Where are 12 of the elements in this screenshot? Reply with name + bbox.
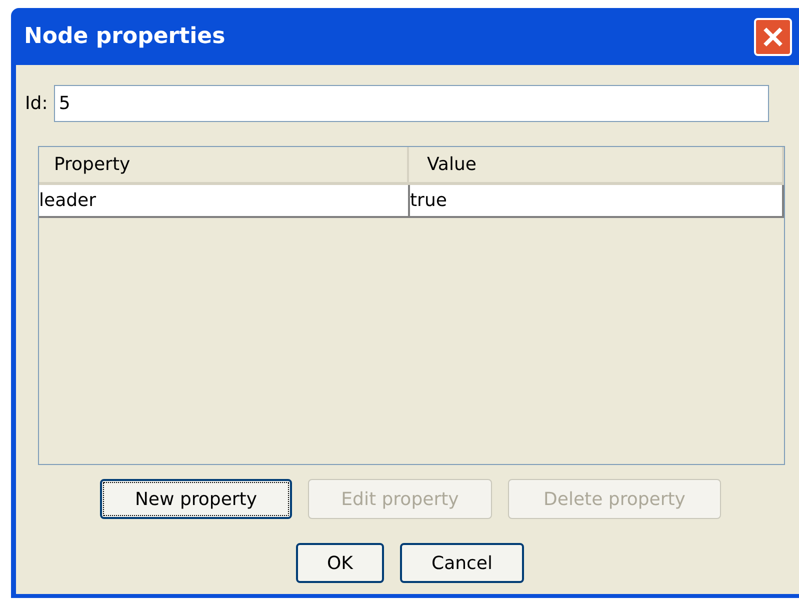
id-label: Id: <box>25 92 48 116</box>
column-header[interactable]: Value <box>409 147 784 182</box>
table-cell-text: true <box>410 189 448 213</box>
action-button[interactable]: New property <box>100 479 292 519</box>
window-title: Node properties <box>24 23 226 51</box>
id-field[interactable]: 5 <box>54 85 769 122</box>
column-header[interactable]: Property <box>39 147 409 182</box>
close-icon <box>762 26 784 48</box>
table-cell: leader <box>39 185 410 216</box>
dialog-button[interactable]: OK <box>296 543 384 583</box>
close-button[interactable] <box>754 18 792 56</box>
dialog-button[interactable]: Cancel <box>400 543 524 583</box>
